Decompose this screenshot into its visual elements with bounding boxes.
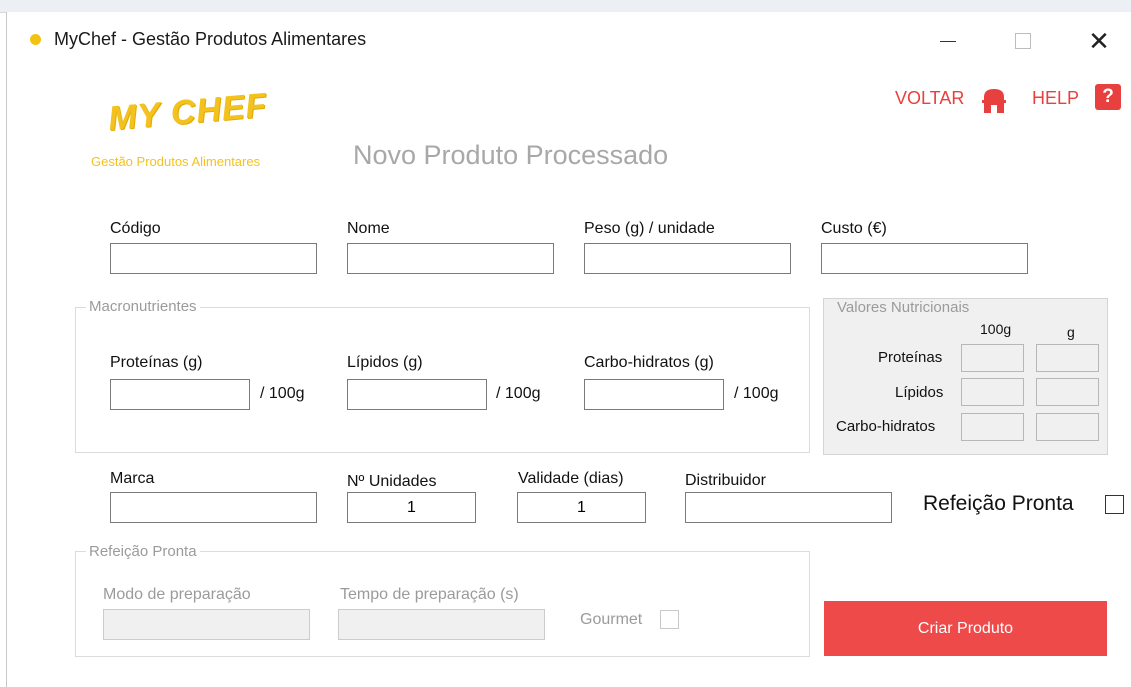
distribuidor-label: Distribuidor <box>685 472 766 489</box>
tempo-preparacao-label: Tempo de preparação (s) <box>340 586 519 603</box>
nome-label: Nome <box>347 220 390 237</box>
peso-label: Peso (g) / unidade <box>584 220 715 237</box>
minimize-icon <box>940 40 956 42</box>
nome-input[interactable] <box>347 243 554 274</box>
marca-label: Marca <box>110 470 155 487</box>
distribuidor-input[interactable] <box>685 492 892 523</box>
window-title: MyChef - Gestão Produtos Alimentares <box>54 29 367 49</box>
carbo-input[interactable] <box>584 379 724 410</box>
modo-preparacao-label: Modo de preparação <box>103 586 251 603</box>
custo-input[interactable] <box>821 243 1028 274</box>
proteinas-label: Proteínas (g) <box>110 354 203 371</box>
modo-preparacao-input[interactable] <box>103 609 310 640</box>
carbo-suffix: / 100g <box>734 385 779 402</box>
codigo-label: Código <box>110 220 161 237</box>
voltar-link[interactable]: VOLTAR <box>895 88 964 109</box>
refeicao-pronta-checkbox[interactable] <box>1105 495 1124 514</box>
validade-input[interactable] <box>517 492 646 523</box>
gourmet-label: Gourmet <box>580 611 643 628</box>
criar-produto-button[interactable]: Criar Produto <box>824 601 1107 656</box>
close-button[interactable]: ✕ <box>1076 24 1122 58</box>
unidades-label: Nº Unidades <box>347 473 437 490</box>
proteinas-suffix: / 100g <box>260 385 305 402</box>
lipidos-input[interactable] <box>347 379 487 410</box>
unidades-input[interactable] <box>347 492 476 523</box>
proteinas-input[interactable] <box>110 379 250 410</box>
vn-proteinas-label: Proteínas <box>878 349 943 366</box>
col-100g-header: 100g <box>980 321 1012 337</box>
help-icon[interactable]: ? <box>1095 84 1121 110</box>
carbo-label: Carbo-hidratos (g) <box>584 354 714 371</box>
vn-proteinas-g <box>1036 344 1099 372</box>
marca-input[interactable] <box>110 492 317 523</box>
gourmet-checkbox[interactable] <box>660 610 679 629</box>
vn-lipidos-100g <box>961 378 1024 406</box>
minimize-button[interactable] <box>925 24 971 58</box>
vn-carbo-100g <box>961 413 1024 441</box>
macronutrientes-legend: Macronutrientes <box>86 298 200 315</box>
close-icon: ✕ <box>1088 25 1110 56</box>
codigo-input[interactable] <box>110 243 317 274</box>
col-g-header: g <box>1067 324 1075 340</box>
vn-proteinas-100g <box>961 344 1024 372</box>
logo-subtitle: Gestão Produtos Alimentares <box>91 154 261 169</box>
page-title: Novo Produto Processado <box>353 140 669 170</box>
refeicao-pronta-label: Refeição Pronta <box>923 492 1074 515</box>
refeicao-pronta-legend: Refeição Pronta <box>86 543 200 560</box>
maximize-icon <box>1015 33 1031 49</box>
validade-label: Validade (dias) <box>518 470 624 487</box>
vn-carbo-g <box>1036 413 1099 441</box>
lipidos-label: Lípidos (g) <box>347 354 423 371</box>
vn-carbo-label: Carbo-hidratos <box>836 418 936 435</box>
home-icon[interactable] <box>978 83 1010 115</box>
valores-nutricionais-legend: Valores Nutricionais <box>834 299 973 316</box>
lipidos-suffix: / 100g <box>496 385 541 402</box>
help-link[interactable]: HELP <box>1032 88 1079 109</box>
app-icon <box>30 34 41 45</box>
peso-input[interactable] <box>584 243 791 274</box>
custo-label: Custo (€) <box>821 220 887 237</box>
vn-lipidos-label: Lípidos <box>895 384 944 401</box>
maximize-button[interactable] <box>1000 24 1046 58</box>
vn-lipidos-g <box>1036 378 1099 406</box>
tempo-preparacao-input[interactable] <box>338 609 545 640</box>
refeicao-pronta-group <box>75 551 810 657</box>
